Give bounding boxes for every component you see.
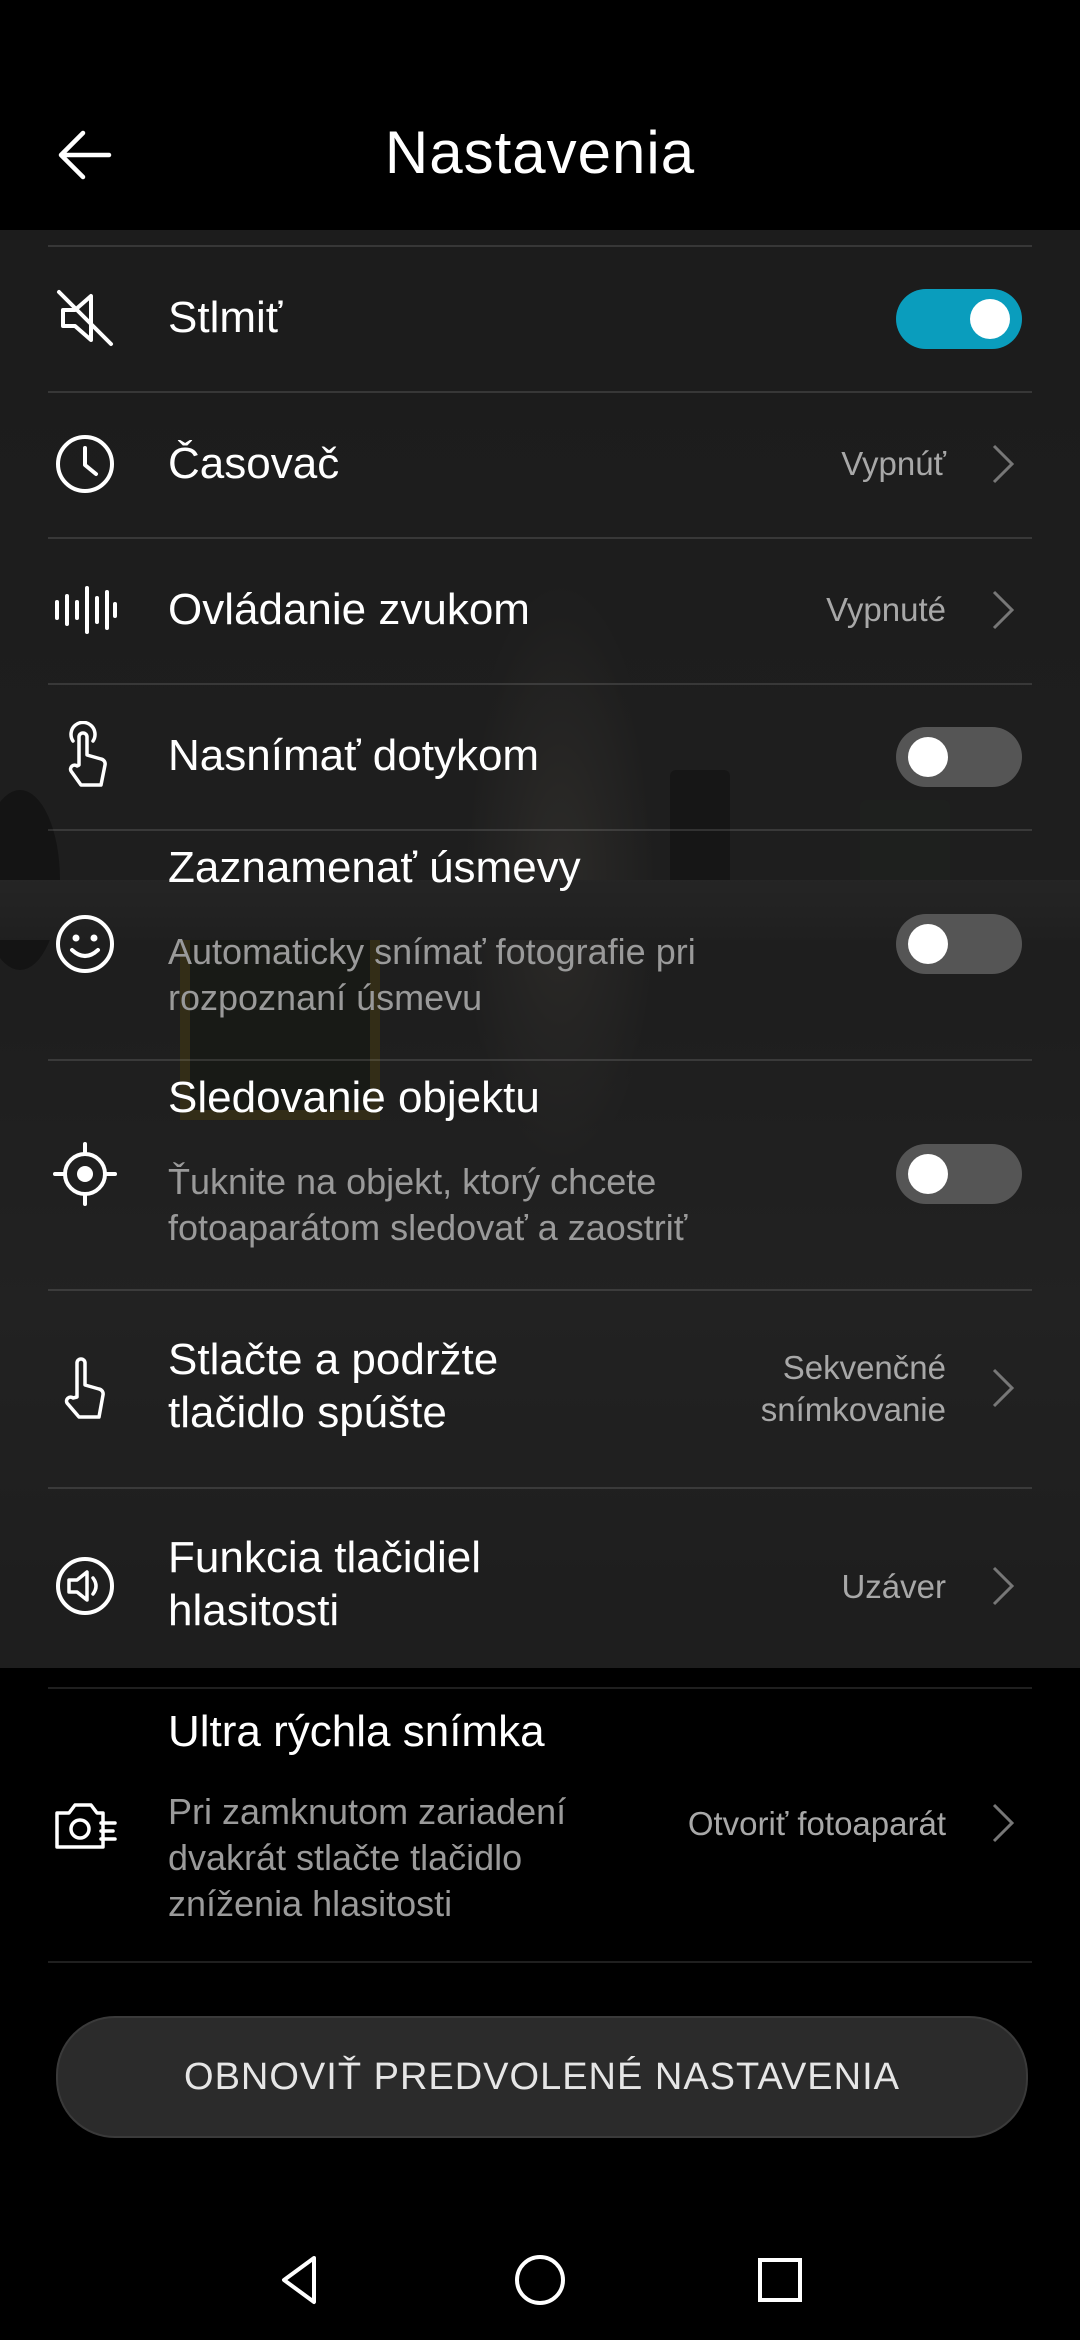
toggle-knob (908, 737, 948, 777)
setting-volume-keys[interactable]: Funkcia tlačidiel hlasitosti Uzáver (0, 1487, 1080, 1685)
setting-label: Časovač (168, 439, 340, 488)
divider (48, 1961, 1032, 1963)
setting-hold-shutter[interactable]: Stlačte a podržte tlačidlo spúšte Sekven… (0, 1289, 1080, 1487)
setting-label: Ovládanie zvukom (168, 585, 530, 634)
mute-toggle[interactable] (896, 289, 1022, 349)
app-bar: Nastavenia (0, 0, 1080, 230)
smile-capture-toggle[interactable] (896, 914, 1022, 974)
square-recents-icon (758, 2258, 802, 2302)
touch-icon (50, 721, 120, 791)
toggle-knob (970, 299, 1010, 339)
clock-icon (50, 429, 120, 499)
setting-description: Ťuknite na objekt, ktorý chcete (168, 1161, 657, 1202)
chevron-right-icon (992, 590, 1015, 630)
camera-icon (50, 1790, 120, 1860)
setting-description: Pri zamknutom zariadení (168, 1791, 567, 1832)
nav-recents-button[interactable] (740, 2240, 820, 2320)
setting-smile-capture[interactable]: Zaznamenať úsmevy Automaticky snímať fot… (0, 829, 1080, 1059)
toggle-knob (908, 1154, 948, 1194)
reset-defaults-label: OBNOVIŤ PREDVOLENÉ NASTAVENIA (184, 2055, 900, 2098)
chevron-right-icon (992, 1368, 1015, 1408)
page-title: Nastavenia (384, 119, 696, 186)
system-navigation-bar (0, 2220, 1080, 2340)
setting-ultra-snapshot[interactable]: Ultra rýchla snímka Pri zamknutom zariad… (0, 1687, 1080, 1963)
reset-defaults-button[interactable]: OBNOVIŤ PREDVOLENÉ NASTAVENIA (56, 2016, 1028, 2138)
setting-label: Ultra rýchla snímka (168, 1707, 545, 1756)
setting-label: Nasnímať dotykom (168, 731, 540, 780)
setting-description: rozpoznaní úsmevu (168, 977, 483, 1018)
setting-label: Funkcia tlačidiel (168, 1533, 482, 1582)
setting-value: snímkovanie (760, 1391, 946, 1428)
mute-icon (50, 283, 120, 353)
touch-capture-toggle[interactable] (896, 727, 1022, 787)
setting-timer[interactable]: Časovač Vypnúť (0, 391, 1080, 537)
target-icon (50, 1139, 120, 1209)
setting-value: Uzáver (841, 1568, 946, 1605)
setting-value: Sekvenčné (782, 1349, 946, 1386)
object-tracking-toggle[interactable] (896, 1144, 1022, 1204)
setting-label: Stlačte a podržte (168, 1335, 499, 1384)
setting-description: dvakrát stlačte tlačidlo (168, 1837, 523, 1878)
toggle-knob (908, 924, 948, 964)
nav-home-button[interactable] (500, 2240, 580, 2320)
setting-value: Vypnuté (826, 591, 946, 628)
setting-value: Otvoriť fotoaparát (687, 1805, 946, 1842)
setting-label: Sledovanie objektu (168, 1073, 540, 1122)
setting-description: zníženia hlasitosti (168, 1883, 453, 1924)
circle-home-icon (515, 2255, 565, 2305)
setting-touch-capture[interactable]: Nasnímať dotykom (0, 683, 1080, 829)
hand-pointer-icon (50, 1353, 120, 1423)
setting-label: Zaznamenať úsmevy (168, 843, 581, 892)
triangle-back-icon (282, 2256, 316, 2304)
sound-wave-icon (50, 575, 120, 645)
setting-label: tlačidlo spúšte (168, 1388, 447, 1437)
setting-description: Automaticky snímať fotografie pri (168, 931, 696, 972)
setting-mute[interactable]: Stlmiť (0, 245, 1080, 391)
setting-audio-control[interactable]: Ovládanie zvukom Vypnuté (0, 537, 1080, 683)
speaker-icon (50, 1551, 120, 1621)
smile-icon (50, 909, 120, 979)
nav-back-button[interactable] (260, 2240, 340, 2320)
chevron-right-icon (992, 1803, 1015, 1843)
setting-value: Vypnúť (841, 445, 946, 482)
chevron-right-icon (992, 444, 1015, 484)
setting-description: fotoaparátom sledovať a zaostriť (168, 1207, 688, 1248)
chevron-right-icon (992, 1566, 1015, 1606)
setting-label: hlasitosti (168, 1586, 340, 1635)
setting-label: Stlmiť (168, 293, 283, 342)
setting-object-tracking[interactable]: Sledovanie objektu Ťuknite na objekt, kt… (0, 1059, 1080, 1289)
